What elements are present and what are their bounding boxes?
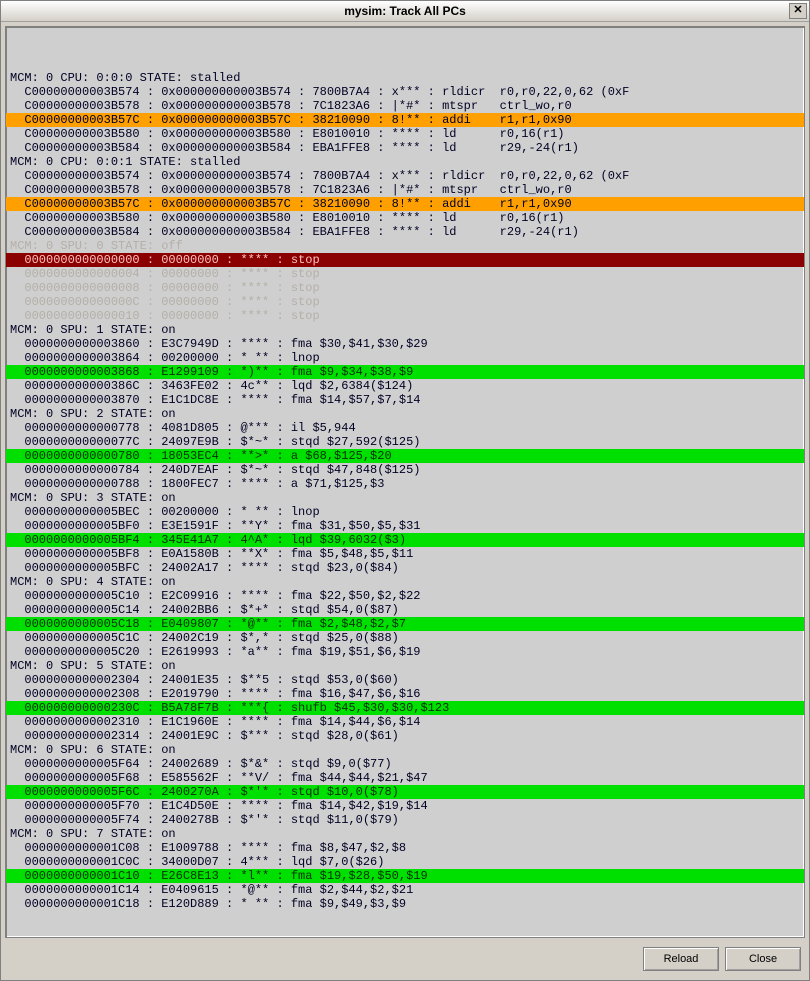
trace-line: 0000000000005F64 : 24002689 : $*&* : stq… [6,757,804,771]
trace-line: 0000000000005C1C : 24002C19 : $*,* : stq… [6,631,804,645]
trace-line: 0000000000000778 : 4081D805 : @*** : il … [6,421,804,435]
group-header: MCM: 0 SPU: 5 STATE: on [6,659,804,673]
trace-line: 0000000000000780 : 18053EC4 : **>* : a $… [6,449,804,463]
trace-line: 0000000000005C14 : 24002BB6 : $*+* : stq… [6,603,804,617]
group-header: MCM: 0 SPU: 4 STATE: on [6,575,804,589]
trace-line: 0000000000005BF0 : E3E1591F : **Y* : fma… [6,519,804,533]
trace-line: 0000000000000010 : 00000000 : **** : sto… [6,309,804,323]
trace-line: 0000000000001C18 : E120D889 : * ** : fma… [6,897,804,911]
trace-line: 0000000000005F6C : 2400270A : $*'* : stq… [6,785,804,799]
trace-line: C00000000003B578 : 0x000000000003B578 : … [6,99,804,113]
trace-line: 0000000000001C08 : E1009788 : **** : fma… [6,841,804,855]
trace-line: 000000000000000C : 00000000 : **** : sto… [6,295,804,309]
trace-line: 000000000000386C : 3463FE02 : 4c** : lqd… [6,379,804,393]
group-header: MCM: 0 CPU: 0:0:1 STATE: stalled [6,155,804,169]
trace-line: 0000000000000004 : 00000000 : **** : sto… [6,267,804,281]
trace-line: C00000000003B57C : 0x000000000003B57C : … [6,113,804,127]
trace-line: C00000000003B574 : 0x000000000003B574 : … [6,169,804,183]
trace-line: 0000000000005BF8 : E0A1580B : **X* : fma… [6,547,804,561]
trace-line: 0000000000005F74 : 2400278B : $*'* : stq… [6,813,804,827]
trace-line: 0000000000000008 : 00000000 : **** : sto… [6,281,804,295]
trace-line: 0000000000003864 : 00200000 : * ** : lno… [6,351,804,365]
window-close-button[interactable]: ✕ [789,3,807,19]
trace-line: 0000000000002308 : E2019790 : **** : fma… [6,687,804,701]
trace-line: C00000000003B584 : 0x000000000003B584 : … [6,225,804,239]
trace-line: 0000000000005BEC : 00200000 : * ** : lno… [6,505,804,519]
trace-line: 0000000000000788 : 1800FEC7 : **** : a $… [6,477,804,491]
trace-line: 0000000000005C18 : E0409807 : *@** : fma… [6,617,804,631]
trace-line: 0000000000005C10 : E2C09916 : **** : fma… [6,589,804,603]
footer: Reload Close [1,942,809,980]
reload-button[interactable]: Reload [643,947,719,971]
trace-line: C00000000003B574 : 0x000000000003B574 : … [6,85,804,99]
trace-line: 000000000000230C : B5A78F7B : ***{ : shu… [6,701,804,715]
trace-line: 0000000000005BF4 : 345E41A7 : 4^A* : lqd… [6,533,804,547]
trace-line: 0000000000005BFC : 24002A17 : **** : stq… [6,561,804,575]
group-header: MCM: 0 SPU: 3 STATE: on [6,491,804,505]
trace-line: 0000000000005F68 : E585562F : **V/ : fma… [6,771,804,785]
trace-line: C00000000003B578 : 0x000000000003B578 : … [6,183,804,197]
trace-line: 0000000000003870 : E1C1DC8E : **** : fma… [6,393,804,407]
window: mysim: Track All PCs ✕ MCM: 0 CPU: 0:0:0… [0,0,810,981]
trace-line: 0000000000001C10 : E26C8E13 : *l** : fma… [6,869,804,883]
window-title: mysim: Track All PCs [344,4,466,18]
trace-line: 0000000000000784 : 240D7EAF : $*~* : stq… [6,463,804,477]
trace-line: C00000000003B580 : 0x000000000003B580 : … [6,127,804,141]
trace-content: MCM: 0 CPU: 0:0:0 STATE: stalled C000000… [5,26,805,938]
trace-line: 0000000000002304 : 24001E35 : $**5 : stq… [6,673,804,687]
group-header: MCM: 0 SPU: 7 STATE: on [6,827,804,841]
trace-line: 0000000000002314 : 24001E9C : $*** : stq… [6,729,804,743]
trace-line: 0000000000002310 : E1C1960E : **** : fma… [6,715,804,729]
titlebar: mysim: Track All PCs ✕ [1,1,809,22]
trace-line: 0000000000003868 : E1299109 : *)** : fma… [6,365,804,379]
trace-line: C00000000003B57C : 0x000000000003B57C : … [6,197,804,211]
trace-line: 0000000000005F70 : E1C4D50E : **** : fma… [6,799,804,813]
trace-line: 0000000000000000 : 00000000 : **** : sto… [6,253,804,267]
trace-line: 0000000000001C14 : E0409615 : *@** : fma… [6,883,804,897]
close-button[interactable]: Close [725,947,801,971]
trace-line: 0000000000005C20 : E2619993 : *a** : fma… [6,645,804,659]
group-header: MCM: 0 CPU: 0:0:0 STATE: stalled [6,71,804,85]
trace-line: 0000000000003860 : E3C7949D : **** : fma… [6,337,804,351]
group-header: MCM: 0 SPU: 6 STATE: on [6,743,804,757]
group-header: MCM: 0 SPU: 0 STATE: off [6,239,804,253]
trace-line: 000000000000077C : 24097E9B : $*~* : stq… [6,435,804,449]
trace-line: 0000000000001C0C : 34000D07 : 4*** : lqd… [6,855,804,869]
trace-line: C00000000003B580 : 0x000000000003B580 : … [6,211,804,225]
group-header: MCM: 0 SPU: 2 STATE: on [6,407,804,421]
trace-line: C00000000003B584 : 0x000000000003B584 : … [6,141,804,155]
group-header: MCM: 0 SPU: 1 STATE: on [6,323,804,337]
